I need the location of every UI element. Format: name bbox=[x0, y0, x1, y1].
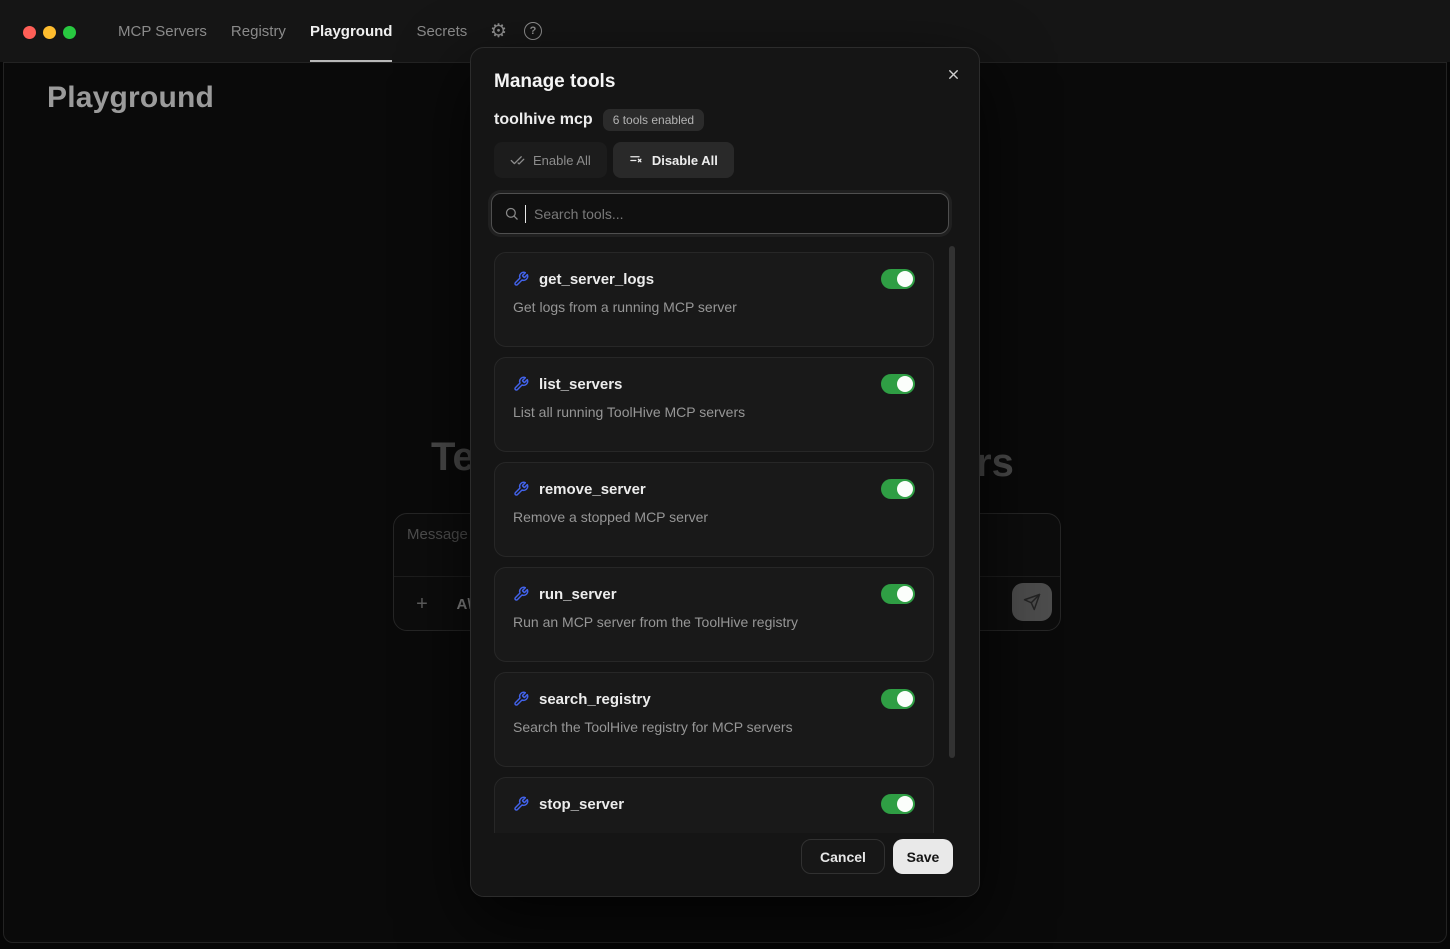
wrench-icon bbox=[513, 376, 529, 392]
tool-list[interactable]: get_server_logs Get logs from a running … bbox=[494, 248, 934, 833]
wrench-icon bbox=[513, 586, 529, 602]
tool-card-header: get_server_logs bbox=[513, 269, 915, 289]
wrench-icon bbox=[513, 691, 529, 707]
wrench-icon bbox=[513, 796, 529, 812]
traffic-lights bbox=[23, 26, 76, 39]
page-title: Playground bbox=[47, 81, 214, 115]
search-tools-field bbox=[491, 193, 949, 234]
toggle-knob bbox=[897, 691, 913, 707]
toggle-knob bbox=[897, 586, 913, 602]
tool-toggle[interactable] bbox=[881, 269, 915, 289]
bulk-actions: Enable All Disable All bbox=[494, 142, 734, 178]
send-plane-icon bbox=[1023, 593, 1041, 611]
tool-toggle[interactable] bbox=[881, 479, 915, 499]
tool-card-header: stop_server bbox=[513, 794, 915, 814]
tool-name: list_servers bbox=[539, 376, 622, 393]
tool-description: Get logs from a running MCP server bbox=[513, 299, 915, 315]
background-heading-fragment-right: rs bbox=[976, 441, 1014, 486]
check-check-icon bbox=[510, 153, 525, 168]
tool-card: search_registry Search the ToolHive regi… bbox=[494, 672, 934, 767]
tool-description: List all running ToolHive MCP servers bbox=[513, 404, 915, 420]
tool-description: Remove a stopped MCP server bbox=[513, 509, 915, 525]
toggle-knob bbox=[897, 376, 913, 392]
manage-tools-dialog: Manage tools toolhive mcp 6 tools enable… bbox=[470, 47, 980, 897]
help-icon[interactable]: ? bbox=[524, 22, 542, 40]
main-nav: MCP Servers Registry Playground Secrets bbox=[118, 0, 467, 62]
server-name: toolhive mcp bbox=[494, 111, 593, 129]
tool-card-header: search_registry bbox=[513, 689, 915, 709]
tool-toggle[interactable] bbox=[881, 689, 915, 709]
nav-registry[interactable]: Registry bbox=[231, 0, 286, 62]
wrench-icon bbox=[513, 481, 529, 497]
toggle-knob bbox=[897, 481, 913, 497]
close-window-button[interactable] bbox=[23, 26, 36, 39]
tool-description: Run an MCP server from the ToolHive regi… bbox=[513, 614, 915, 630]
nav-secrets[interactable]: Secrets bbox=[416, 0, 467, 62]
send-button[interactable] bbox=[1012, 583, 1052, 621]
tool-card: get_server_logs Get logs from a running … bbox=[494, 252, 934, 347]
enable-all-button[interactable]: Enable All bbox=[494, 142, 607, 178]
background-heading-fragment-left: Te bbox=[431, 435, 475, 480]
tool-card-header: run_server bbox=[513, 584, 915, 604]
tool-name: remove_server bbox=[539, 481, 646, 498]
tools-enabled-badge: 6 tools enabled bbox=[603, 109, 704, 131]
wrench-icon bbox=[513, 271, 529, 287]
server-row: toolhive mcp 6 tools enabled bbox=[494, 109, 704, 131]
tool-card: stop_server bbox=[494, 777, 934, 833]
tool-card-header: remove_server bbox=[513, 479, 915, 499]
nav-mcp-servers[interactable]: MCP Servers bbox=[118, 0, 207, 62]
tool-toggle[interactable] bbox=[881, 794, 915, 814]
tool-name: get_server_logs bbox=[539, 271, 654, 288]
app-window: MCP Servers Registry Playground Secrets … bbox=[0, 0, 1450, 949]
text-caret bbox=[525, 205, 526, 223]
maximize-window-button[interactable] bbox=[63, 26, 76, 39]
scrollbar-thumb[interactable] bbox=[949, 246, 955, 758]
settings-gear-icon[interactable]: ⚙ bbox=[490, 22, 507, 41]
enable-all-label: Enable All bbox=[533, 153, 591, 168]
tool-toggle[interactable] bbox=[881, 374, 915, 394]
toggle-knob bbox=[897, 796, 913, 812]
dialog-title: Manage tools bbox=[494, 71, 615, 93]
search-input[interactable] bbox=[534, 206, 936, 222]
save-button[interactable]: Save bbox=[893, 839, 953, 874]
nav-playground[interactable]: Playground bbox=[310, 0, 393, 62]
tool-description: Search the ToolHive registry for MCP ser… bbox=[513, 719, 915, 735]
minimize-window-button[interactable] bbox=[43, 26, 56, 39]
list-x-icon bbox=[629, 153, 644, 168]
cancel-button[interactable]: Cancel bbox=[801, 839, 885, 874]
tool-name: search_registry bbox=[539, 691, 651, 708]
toggle-knob bbox=[897, 271, 913, 287]
close-icon[interactable] bbox=[943, 64, 963, 84]
disable-all-button[interactable]: Disable All bbox=[613, 142, 734, 178]
search-icon bbox=[504, 206, 519, 221]
tool-card: list_servers List all running ToolHive M… bbox=[494, 357, 934, 452]
tool-toggle[interactable] bbox=[881, 584, 915, 604]
tool-name: run_server bbox=[539, 586, 617, 603]
tool-name: stop_server bbox=[539, 796, 624, 813]
tool-card: run_server Run an MCP server from the To… bbox=[494, 567, 934, 662]
tool-card: remove_server Remove a stopped MCP serve… bbox=[494, 462, 934, 557]
attach-plus-icon[interactable]: + bbox=[408, 590, 436, 618]
disable-all-label: Disable All bbox=[652, 153, 718, 168]
tool-card-header: list_servers bbox=[513, 374, 915, 394]
